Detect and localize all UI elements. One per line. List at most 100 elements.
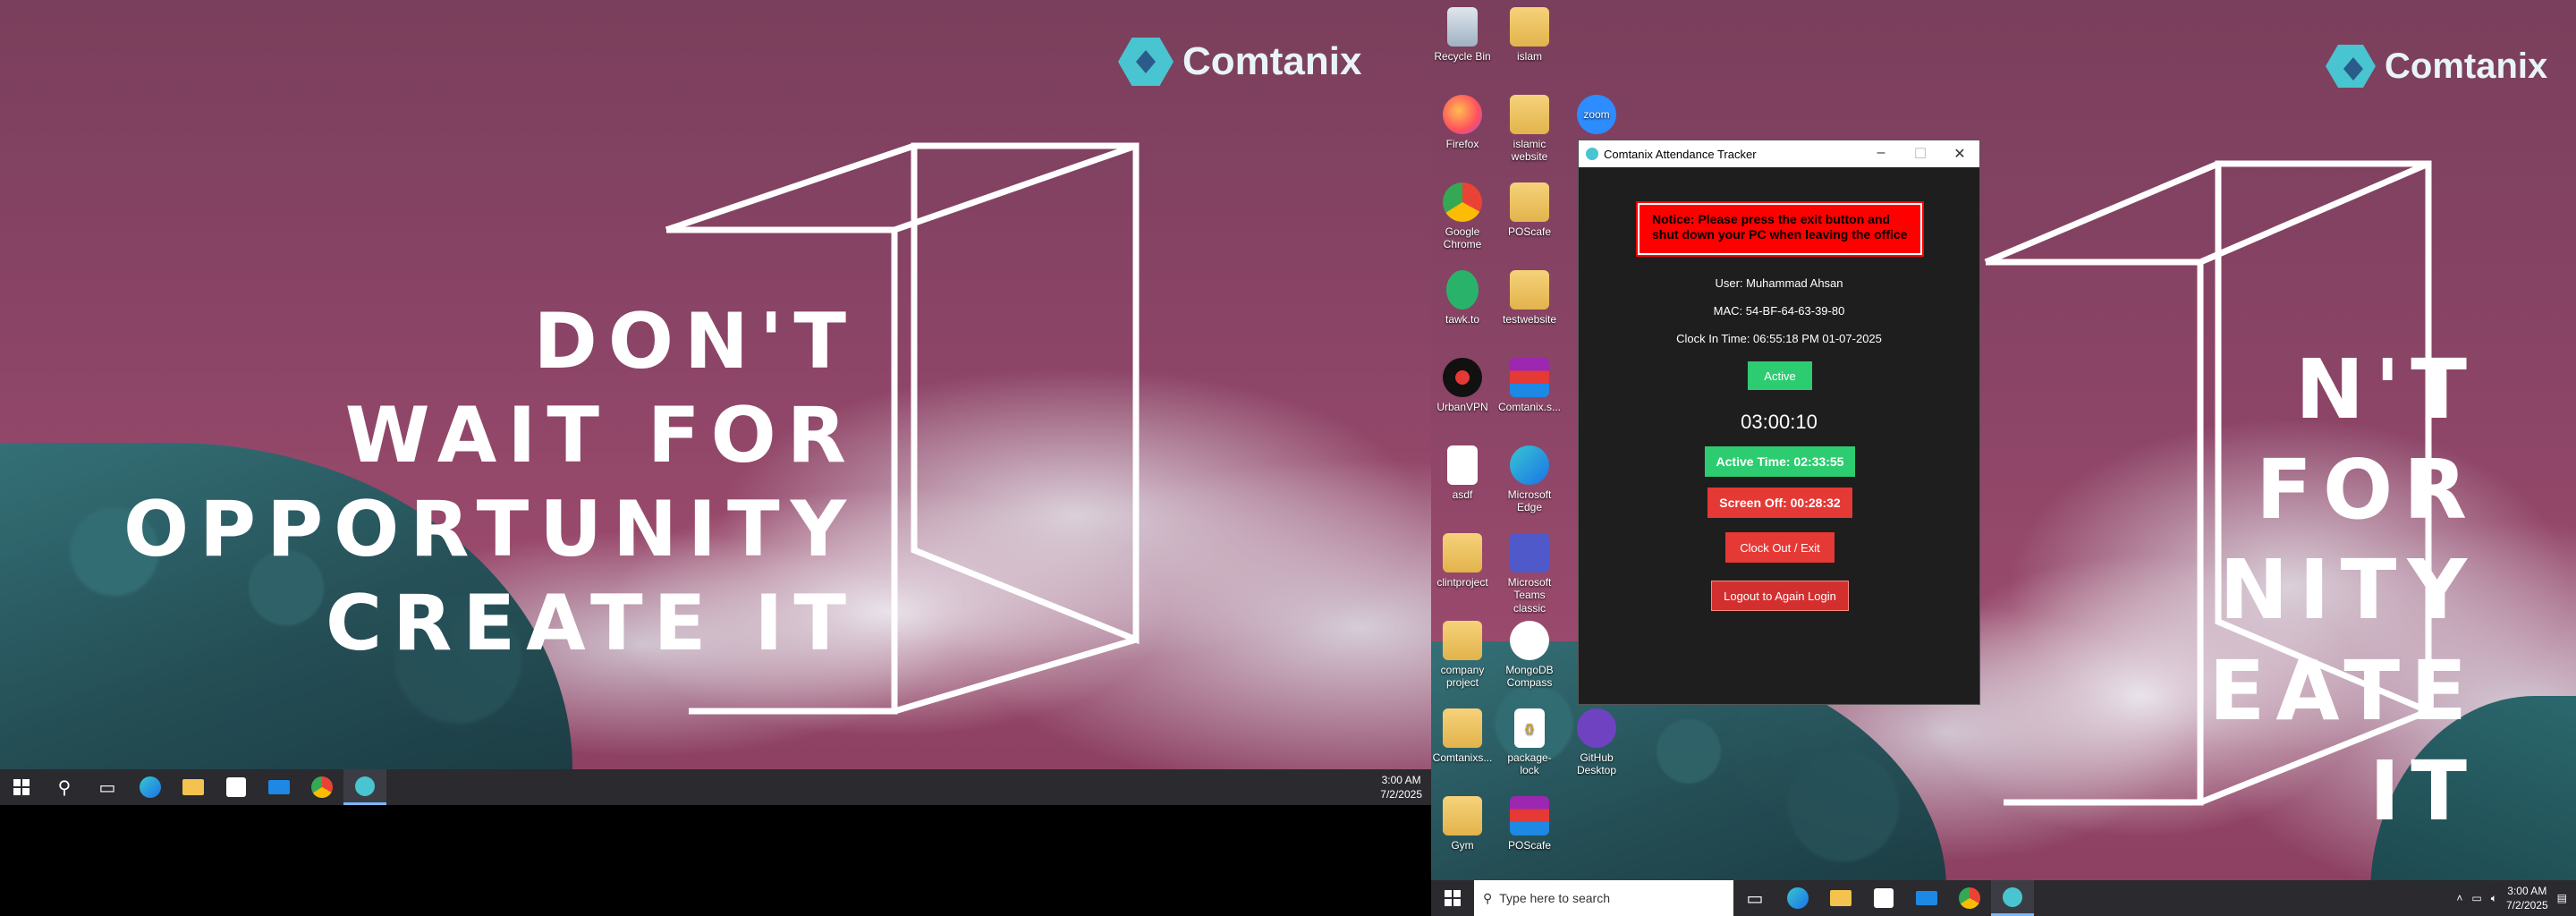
taskbar-edge[interactable] — [129, 769, 172, 805]
mail-icon — [268, 780, 290, 794]
desktop-icon-poscafe-folder[interactable]: POScafe — [1498, 182, 1561, 238]
slogan-line-4: EATE IT — [2208, 642, 2478, 839]
user-label: User: Muhammad Ahsan — [1715, 276, 1843, 290]
desktop-icon-mongodb-compass[interactable]: MongoDB Compass — [1498, 621, 1561, 690]
folder-icon — [1510, 95, 1549, 134]
slogan-line-2: WAIT FOR — [344, 390, 857, 480]
search-placeholder: Type here to search — [1499, 891, 1611, 905]
edge-icon — [1510, 445, 1549, 485]
desktop-icon-asdf[interactable]: asdf — [1431, 445, 1494, 501]
desktop-icon-firefox[interactable]: Firefox — [1431, 95, 1494, 150]
notice-banner: Notice: Please press the exit button and… — [1636, 201, 1924, 257]
window-title: Comtanix Attendance Tracker — [1604, 147, 1757, 161]
desktop-icon-testwebsite[interactable]: testwebsite — [1498, 270, 1561, 326]
logo-text: Comtanix — [2385, 46, 2548, 86]
comtanix-hex-icon — [2326, 45, 2376, 88]
winrar-icon — [1510, 358, 1549, 397]
close-button[interactable]: ✕ — [1940, 145, 1979, 163]
slogan-line-4: CREATE IT — [326, 578, 857, 668]
desktop-icon-microsoft-edge[interactable]: Microsoft Edge — [1498, 445, 1561, 514]
folder-icon — [1830, 890, 1852, 906]
clock-in-label: Clock In Time: 06:55:18 PM 01-07-2025 — [1676, 332, 1882, 345]
volume-icon[interactable]: 🔈︎ — [2491, 892, 2497, 905]
json-file-icon: {} — [1514, 708, 1545, 748]
desktop-icon-github-desktop[interactable]: GitHub Desktop — [1565, 708, 1628, 777]
search-button[interactable]: ⚲ — [43, 769, 86, 805]
taskbar-mail[interactable] — [258, 769, 301, 805]
desktop-icon-company-project[interactable]: company project — [1431, 621, 1494, 690]
task-view-button[interactable]: ▭ — [86, 769, 129, 805]
left-system-tray: 3:00 AM 7/2/2025 — [1380, 773, 1431, 802]
taskbar-chrome[interactable] — [301, 769, 343, 805]
store-icon — [1874, 888, 1894, 908]
start-button[interactable] — [0, 769, 43, 805]
network-icon[interactable]: ▭ — [2471, 892, 2481, 904]
clock-out-button[interactable]: Clock Out / Exit — [1725, 532, 1835, 563]
taskbar-attendance-tracker[interactable] — [1991, 880, 2034, 916]
right-clock[interactable]: 3:00 AM 7/2/2025 — [2506, 884, 2548, 912]
desktop-icon-urbanvpn[interactable]: UrbanVPN — [1431, 358, 1494, 413]
windows-icon — [13, 779, 30, 795]
attendance-tracker-window: Comtanix Attendance Tracker – ☐ ✕ Notice… — [1578, 140, 1980, 705]
zoom-icon: zoom — [1577, 95, 1616, 134]
window-body: Notice: Please press the exit button and… — [1579, 167, 1979, 704]
desktop-icon-clintproject[interactable]: clintproject — [1431, 533, 1494, 589]
comtanix-logo: Comtanix — [1118, 38, 1361, 86]
comtanix-hex-icon — [1118, 38, 1174, 86]
desktop-icon-teams[interactable]: Microsoft Teams classic — [1498, 533, 1561, 615]
clock-time: 3:00 AM — [2507, 884, 2547, 897]
taskbar-search-box[interactable]: ⚲ Type here to search — [1474, 880, 1733, 916]
desktop-icon-gym[interactable]: Gym — [1431, 796, 1494, 852]
right-system-tray: ˄ ▭ 🔈︎ 3:00 AM 7/2/2025 ▤ — [2456, 884, 2576, 912]
desktop-icon-comtanixs[interactable]: Comtanixs... — [1431, 708, 1494, 764]
desktop-icon-tawk[interactable]: tawk.to — [1431, 270, 1494, 326]
left-taskbar: ⚲ ▭ 3:00 AM 7/2/2025 — [0, 769, 1431, 805]
taskbar-chrome[interactable] — [1948, 880, 1991, 916]
logo-text: Comtanix — [1182, 39, 1362, 83]
chrome-icon — [1443, 182, 1482, 222]
desktop-icon-islam[interactable]: islam — [1498, 7, 1561, 63]
start-button[interactable] — [1431, 880, 1474, 916]
desktop-icon-zoom[interactable]: zoom — [1565, 95, 1628, 138]
notification-icon[interactable]: ▤ — [2557, 892, 2567, 904]
window-titlebar[interactable]: Comtanix Attendance Tracker – ☐ ✕ — [1579, 140, 1979, 167]
store-icon — [226, 777, 246, 797]
search-icon: ⚲ — [1483, 890, 1493, 905]
logout-button[interactable]: Logout to Again Login — [1711, 581, 1849, 611]
taskbar-store[interactable] — [215, 769, 258, 805]
right-taskbar: ⚲ Type here to search ▭ ˄ ▭ 🔈︎ 3:00 AM 7… — [1431, 880, 2576, 916]
winrar-icon — [1510, 796, 1549, 835]
minimize-button[interactable]: – — [1861, 145, 1901, 163]
screen-off-badge: Screen Off: 00:28:32 — [1707, 488, 1852, 518]
mail-icon — [1916, 891, 1937, 905]
slogan-line-3: OPPORTUNITY — [123, 484, 857, 574]
left-clock[interactable]: 3:00 AM 7/2/2025 — [1380, 773, 1422, 802]
taskbar-attendance-tracker[interactable] — [343, 769, 386, 805]
desktop-icon-comtanix-archive[interactable]: Comtanix.s... — [1498, 358, 1561, 413]
desktop-icon-recycle-bin[interactable]: Recycle Bin — [1431, 7, 1494, 63]
file-icon — [1447, 445, 1478, 485]
maximize-button[interactable]: ☐ — [1901, 145, 1940, 163]
tawk-icon — [1446, 270, 1479, 310]
desktop-icon-google-chrome[interactable]: Google Chrome — [1431, 182, 1494, 251]
desktop-icon-poscafe-archive[interactable]: POScafe — [1498, 796, 1561, 852]
left-screen: Comtanix DON'T WAIT FOR OPPORTUNITY CREA… — [0, 0, 1431, 805]
taskbar-file-explorer[interactable] — [1819, 880, 1862, 916]
desktop-icon-package-lock[interactable]: {} package-lock — [1498, 708, 1561, 777]
taskbar-store[interactable] — [1862, 880, 1905, 916]
task-view-button[interactable]: ▭ — [1733, 880, 1776, 916]
chevron-up-icon[interactable]: ˄ — [2456, 892, 2462, 904]
recycle-bin-icon — [1447, 7, 1478, 47]
mongodb-icon — [1510, 621, 1549, 660]
clock-date: 7/2/2025 — [2505, 899, 2548, 912]
taskbar-file-explorer[interactable] — [172, 769, 215, 805]
windows-icon — [1445, 890, 1461, 906]
task-view-icon: ▭ — [1746, 888, 1764, 909]
folder-icon — [1443, 796, 1482, 835]
taskbar-mail[interactable] — [1905, 880, 1948, 916]
taskbar-edge[interactable] — [1776, 880, 1819, 916]
status-badge: Active — [1748, 361, 1812, 390]
slogan-line-2: FOR — [2256, 442, 2478, 539]
desktop-icon-islamic-website[interactable]: islamic website — [1498, 95, 1561, 164]
tracker-app-icon — [355, 776, 375, 796]
